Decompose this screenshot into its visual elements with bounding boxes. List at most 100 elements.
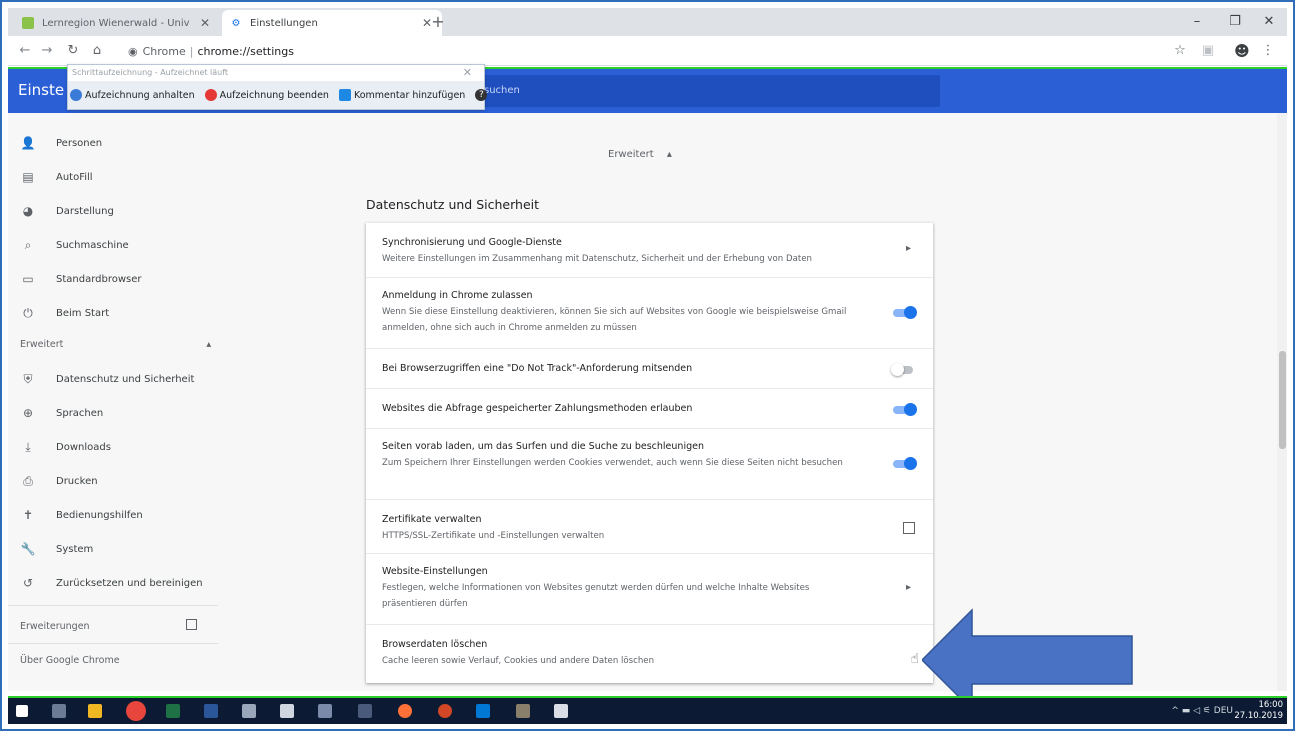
sidebar-item-drucken[interactable]: ⎙ Drucken xyxy=(20,467,97,495)
new-tab-button[interactable]: + xyxy=(428,12,448,32)
row-website-settings[interactable]: Website-Einstellungen Festlegen, welche … xyxy=(366,553,933,624)
comment-icon xyxy=(338,89,351,101)
forward-icon[interactable]: → xyxy=(38,42,56,60)
extensions-label: Erweiterungen xyxy=(20,621,90,632)
sidebar-item-suchmaschine[interactable]: ⌕ Suchmaschine xyxy=(20,231,129,259)
open-in-new-icon xyxy=(903,522,915,534)
row-subtitle: Festlegen, welche Informationen von Webs… xyxy=(382,583,810,609)
word-icon[interactable] xyxy=(204,704,218,718)
preload-toggle[interactable] xyxy=(891,457,917,470)
sidebar-item-downloads[interactable]: ⤓ Downloads xyxy=(20,433,111,461)
close-tab-icon[interactable]: ✕ xyxy=(198,16,212,30)
excel-icon[interactable] xyxy=(166,704,180,718)
payment-methods-toggle[interactable] xyxy=(891,403,917,416)
sidebar-item-sprachen[interactable]: ⊕ Sprachen xyxy=(20,399,103,427)
minimize-button[interactable]: – xyxy=(1184,11,1210,33)
taskbar-clock[interactable]: 16:00 27.10.2019 xyxy=(1234,700,1283,722)
chrome-taskbar-icon[interactable] xyxy=(126,701,146,721)
url-separator: | xyxy=(189,44,194,58)
row-payment-methods[interactable]: Websites die Abfrage gespeicherter Zahlu… xyxy=(366,388,933,428)
recorder-toolbar: Aufzeichnung anhalten Aufzeichnung beend… xyxy=(68,81,488,109)
sidebar-item-erweiterungen[interactable]: Erweiterungen xyxy=(20,619,197,632)
sidebar-item-beim-start[interactable]: ⏻ Beim Start xyxy=(20,299,109,327)
advanced-toggle[interactable]: Erweitert ▴ xyxy=(608,149,672,160)
chevron-up-icon: ▴ xyxy=(666,149,672,160)
pause-recording-button[interactable]: Aufzeichnung anhalten xyxy=(70,89,195,101)
app-icon[interactable] xyxy=(242,704,256,718)
sidebar-item-autofill[interactable]: ▤ AutoFill xyxy=(20,163,92,191)
extension-icon[interactable]: ▣ xyxy=(1198,41,1218,61)
help-button[interactable]: ? xyxy=(475,89,490,101)
chevron-up-icon: ▴ xyxy=(206,339,212,350)
signin-toggle[interactable] xyxy=(891,306,917,319)
row-subtitle: HTTPS/SSL-Zertifikate und -Einstellungen… xyxy=(382,531,605,541)
row-do-not-track[interactable]: Bei Browserzugriffen eine "Do Not Track"… xyxy=(366,348,933,388)
accessibility-icon: ✝ xyxy=(22,508,34,522)
windows-start-icon[interactable] xyxy=(16,705,28,717)
profile-icon[interactable]: ☻ xyxy=(1232,41,1252,61)
app-icon[interactable] xyxy=(438,704,452,718)
task-view-icon[interactable] xyxy=(52,704,66,718)
menu-kebab-icon[interactable]: ⋮ xyxy=(1258,41,1278,61)
back-icon[interactable]: ← xyxy=(16,42,34,60)
row-title: Bei Browserzugriffen eine "Do Not Track"… xyxy=(382,363,693,374)
do-not-track-toggle[interactable] xyxy=(891,363,917,376)
row-subtitle: Wenn Sie diese Einstellung deaktivieren,… xyxy=(382,307,847,333)
sidebar-item-label: Zurücksetzen und bereinigen xyxy=(56,577,203,589)
privacy-card: Synchronisierung und Google-Dienste Weit… xyxy=(366,223,933,683)
sidebar-item-datenschutz[interactable]: ⛨ Datenschutz und Sicherheit xyxy=(20,365,194,393)
sidebar-item-personen[interactable]: 👤 Personen xyxy=(20,129,103,157)
calculator-icon[interactable] xyxy=(280,704,294,718)
sidebar-advanced-header[interactable]: Erweitert ▴ xyxy=(20,339,211,350)
app-icon[interactable] xyxy=(476,704,490,718)
close-window-button[interactable]: ✕ xyxy=(1256,11,1282,33)
restore-button[interactable]: ❐ xyxy=(1222,11,1248,33)
bookmark-star-icon[interactable]: ☆ xyxy=(1170,41,1190,61)
close-icon[interactable]: ✕ xyxy=(463,66,472,79)
row-preload-pages[interactable]: Seiten vorab laden, um das Surfen und di… xyxy=(366,428,933,499)
row-clear-browsing-data[interactable]: Browserdaten löschen Cache leeren sowie … xyxy=(366,624,933,683)
palette-icon: ◕ xyxy=(22,204,34,218)
reload-icon[interactable]: ↻ xyxy=(64,42,82,60)
row-sync-google-services[interactable]: Synchronisierung und Google-Dienste Weit… xyxy=(366,223,933,277)
scrollbar-thumb[interactable] xyxy=(1279,351,1286,449)
settings-search-input[interactable]: suchen xyxy=(476,75,940,107)
tab-lernregion[interactable]: Lernregion Wienerwald - Univ ✕ xyxy=(14,10,220,36)
sidebar-item-darstellung[interactable]: ◕ Darstellung xyxy=(20,197,114,225)
sidebar-item-system[interactable]: 🔧 System xyxy=(20,535,94,563)
app-icon[interactable] xyxy=(318,704,332,718)
system-tray[interactable]: ^ ▬ ◁ ⚟ DEU xyxy=(1171,706,1233,716)
button-label: Aufzeichnung anhalten xyxy=(85,89,195,101)
sidebar-item-label: Darstellung xyxy=(56,205,114,217)
add-comment-button[interactable]: Kommentar hinzufügen xyxy=(338,89,465,101)
app-icon[interactable] xyxy=(516,704,530,718)
row-chrome-signin[interactable]: Anmeldung in Chrome zulassen Wenn Sie di… xyxy=(366,277,933,348)
row-title: Websites die Abfrage gespeicherter Zahlu… xyxy=(382,403,693,414)
firefox-icon[interactable] xyxy=(398,704,412,718)
address-bar[interactable]: ◉ Chrome | chrome://settings xyxy=(128,41,1128,61)
tab-einstellungen[interactable]: ⚙ Einstellungen ✕ xyxy=(222,10,442,36)
row-subtitle: Cache leeren sowie Verlauf, Cookies und … xyxy=(382,656,655,666)
sidebar-item-label: Datenschutz und Sicherheit xyxy=(56,373,195,385)
page-scrollbar[interactable] xyxy=(1277,113,1287,691)
app-icon[interactable] xyxy=(554,704,568,718)
sidebar-item-bedienungshilfen[interactable]: ✝ Bedienungshilfen xyxy=(20,501,143,529)
stop-recording-button[interactable]: Aufzeichnung beenden xyxy=(204,89,329,101)
sidebar-item-about[interactable]: Über Google Chrome xyxy=(20,655,120,666)
help-icon: ? xyxy=(475,89,488,101)
app-icon[interactable] xyxy=(358,704,372,718)
sidebar-item-zuruecksetzen[interactable]: ↺ Zurücksetzen und bereinigen xyxy=(20,569,203,597)
file-explorer-icon[interactable] xyxy=(88,704,102,718)
person-icon: 👤 xyxy=(20,136,36,150)
sidebar-item-label: Personen xyxy=(56,137,103,149)
chrome-site-icon: ◉ xyxy=(128,44,138,58)
row-subtitle: Zum Speichern Ihrer Einstellungen werden… xyxy=(382,458,843,468)
sidebar-item-standardbrowser[interactable]: ▭ Standardbrowser xyxy=(20,265,141,293)
advanced-toggle-label: Erweitert xyxy=(608,149,654,160)
home-icon[interactable]: ⌂ xyxy=(88,42,106,60)
sidebar-item-label: System xyxy=(56,543,94,555)
button-label: Aufzeichnung beenden xyxy=(219,89,329,101)
sidebar-item-label: Sprachen xyxy=(56,407,104,419)
row-title: Website-Einstellungen xyxy=(382,566,488,577)
row-manage-certificates[interactable]: Zertifikate verwalten HTTPS/SSL-Zertifik… xyxy=(366,499,933,553)
